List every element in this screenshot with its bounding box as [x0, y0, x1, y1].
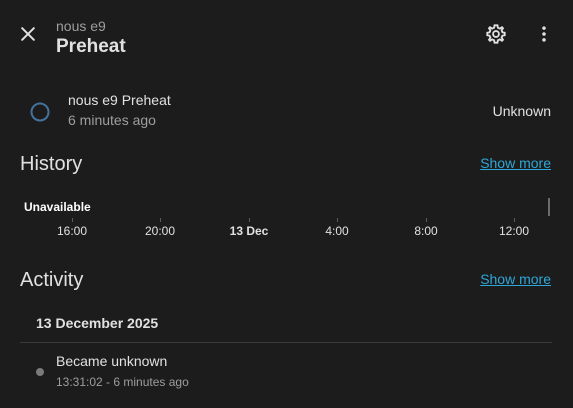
more-options-button[interactable] — [528, 18, 560, 50]
timeline-tick-label: 16:00 — [56, 224, 88, 238]
entity-name: nous e9 Preheat — [68, 92, 171, 108]
entity-row[interactable]: nous e9 Preheat 6 minutes ago Unknown — [0, 84, 573, 140]
timeline-tick — [72, 218, 73, 222]
timeline-tick — [249, 218, 250, 222]
entity-last-changed: 6 minutes ago — [68, 112, 156, 128]
dialog-subtitle: nous e9 — [56, 18, 106, 34]
timeline-tick-label: 20:00 — [144, 224, 176, 238]
gear-icon — [486, 24, 506, 44]
activity-title: Activity — [20, 269, 84, 291]
close-button[interactable] — [12, 18, 44, 50]
activity-date-header: 13 December 2025 — [36, 315, 159, 331]
activity-timestamp: 13:31:02 - 6 minutes ago — [56, 375, 189, 389]
history-show-more-link[interactable]: Show more — [480, 154, 551, 172]
more-vertical-icon — [542, 26, 546, 42]
timeline-tick-label: 4:00 — [325, 224, 349, 238]
close-icon — [21, 27, 35, 41]
circle-outline-icon — [30, 102, 50, 122]
timeline-tick-label: 12:00 — [498, 224, 530, 238]
history-title: History — [20, 153, 83, 175]
entity-state: Unknown — [492, 103, 551, 119]
history-timeline[interactable]: Unavailable 16:00 20:00 13 Dec 4:00 8:00… — [20, 196, 553, 240]
timeline-state-label: Unavailable — [24, 200, 91, 214]
divider — [20, 342, 552, 343]
settings-button[interactable] — [480, 18, 512, 50]
timeline-tick — [514, 218, 515, 222]
timeline-tick-label: 8:00 — [414, 224, 438, 238]
timeline-tick — [426, 218, 427, 222]
timeline-dot-icon — [36, 368, 44, 376]
timeline-tick — [160, 218, 161, 222]
timeline-state-bar — [548, 198, 550, 216]
activity-message: Became unknown — [56, 353, 168, 369]
more-info-dialog: nous e9 Preheat nous e9 Preheat 6 minute… — [0, 0, 573, 408]
dialog-header: nous e9 Preheat — [0, 0, 573, 70]
activity-show-more-link[interactable]: Show more — [480, 270, 551, 288]
timeline-tick-label: 13 Dec — [229, 224, 269, 238]
timeline-tick — [337, 218, 338, 222]
dialog-title: Preheat — [56, 36, 126, 57]
